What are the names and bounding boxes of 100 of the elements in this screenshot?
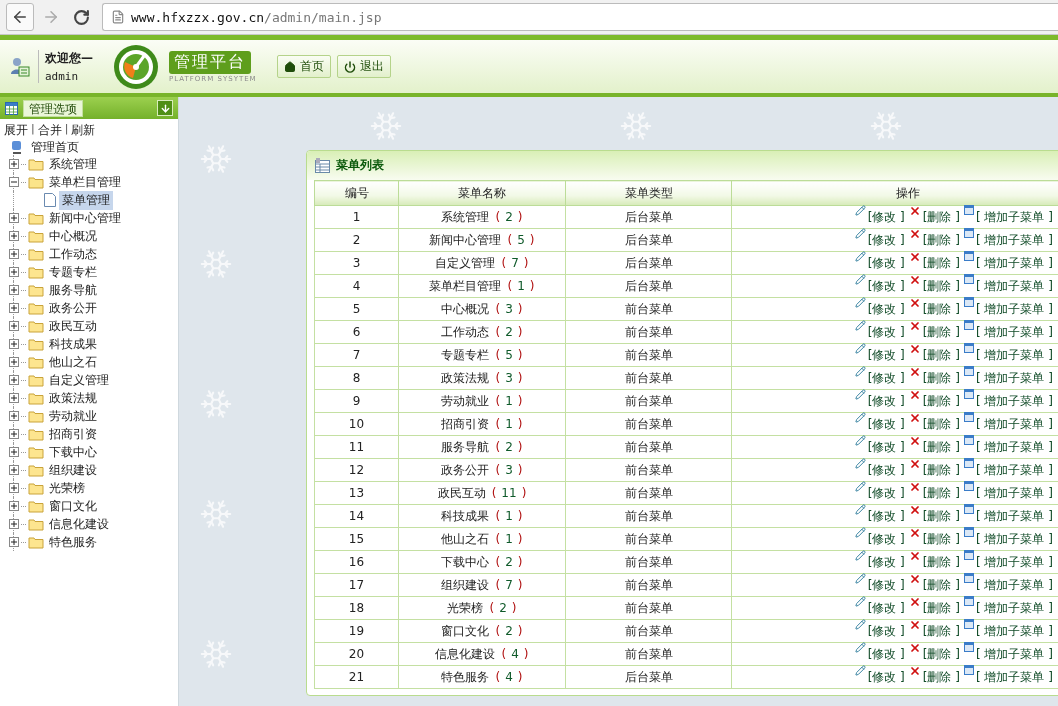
add-submenu-link[interactable]: [ 增加子菜单 ] xyxy=(976,416,1053,431)
edit-link[interactable]: [修改 ] xyxy=(867,462,905,477)
add-submenu-link[interactable]: [ 增加子菜单 ] xyxy=(976,439,1053,454)
home-button[interactable]: 首页 xyxy=(276,55,331,78)
edit-link[interactable]: [修改 ] xyxy=(867,646,905,661)
options-tab[interactable]: 管理选项 xyxy=(23,99,83,117)
tree-item[interactable]: 政务公开 xyxy=(46,298,100,318)
tree-item[interactable]: 光荣榜 xyxy=(46,478,88,498)
delete-link[interactable]: [删除 ] xyxy=(922,462,960,477)
add-submenu-link[interactable]: [ 增加子菜单 ] xyxy=(976,278,1053,293)
edit-link[interactable]: [修改 ] xyxy=(867,209,905,224)
tree-item[interactable]: 信息化建设 xyxy=(46,514,112,534)
tree-item[interactable]: 特色服务 xyxy=(46,532,100,552)
tree-item[interactable]: 系统管理 xyxy=(46,154,100,174)
table-cell: 前台菜单 xyxy=(565,550,732,574)
separator: | xyxy=(31,122,35,137)
edit-link[interactable]: [修改 ] xyxy=(867,324,905,339)
edit-link[interactable]: [修改 ] xyxy=(867,508,905,523)
edit-link[interactable]: [修改 ] xyxy=(867,531,905,546)
table-cell: 前台菜单 xyxy=(565,573,732,597)
delete-link[interactable]: [删除 ] xyxy=(922,485,960,500)
delete-link[interactable]: [删除 ] xyxy=(922,347,960,362)
delete-link[interactable]: [删除 ] xyxy=(922,370,960,385)
tree-item[interactable]: 菜单管理 xyxy=(59,190,113,210)
delete-link[interactable]: [删除 ] xyxy=(922,301,960,316)
tree-item[interactable]: 专题专栏 xyxy=(46,262,100,282)
add-submenu-link[interactable]: [ 增加子菜单 ] xyxy=(976,370,1053,385)
delete-link[interactable]: [删除 ] xyxy=(922,554,960,569)
table-cell: 20 xyxy=(314,642,399,666)
add-submenu-link[interactable]: [ 增加子菜单 ] xyxy=(976,531,1053,546)
add-submenu-link[interactable]: [ 增加子菜单 ] xyxy=(976,577,1053,592)
table-cell: 18 xyxy=(314,596,399,620)
edit-link[interactable]: [修改 ] xyxy=(867,370,905,385)
delete-link[interactable]: [删除 ] xyxy=(922,669,960,684)
tree-link[interactable]: 刷新 xyxy=(71,122,96,139)
add-submenu-link[interactable]: [ 增加子菜单 ] xyxy=(976,485,1053,500)
tree-item[interactable]: 自定义管理 xyxy=(46,370,112,390)
table-cell: 前台菜单 xyxy=(565,481,732,505)
tree-item[interactable]: 组织建设 xyxy=(46,460,100,480)
tree-item[interactable]: 服务导航 xyxy=(46,280,100,300)
add-submenu-link[interactable]: [ 增加子菜单 ] xyxy=(976,301,1053,316)
delete-link[interactable]: [删除 ] xyxy=(922,232,960,247)
edit-link[interactable]: [修改 ] xyxy=(867,669,905,684)
edit-link[interactable]: [修改 ] xyxy=(867,278,905,293)
tree-item[interactable]: 劳动就业 xyxy=(46,406,100,426)
edit-link[interactable]: [修改 ] xyxy=(867,232,905,247)
tree-item[interactable]: 工作动态 xyxy=(46,244,100,264)
delete-link[interactable]: [删除 ] xyxy=(922,278,960,293)
add-submenu-link[interactable]: [ 增加子菜单 ] xyxy=(976,324,1053,339)
edit-link[interactable]: [修改 ] xyxy=(867,393,905,408)
add-submenu-link[interactable]: [ 增加子菜单 ] xyxy=(976,393,1053,408)
logout-button[interactable]: 退出 xyxy=(336,55,391,78)
add-submenu-link[interactable]: [ 增加子菜单 ] xyxy=(976,347,1053,362)
delete-link[interactable]: [删除 ] xyxy=(922,531,960,546)
tree-item[interactable]: 他山之石 xyxy=(46,352,100,372)
edit-link[interactable]: [修改 ] xyxy=(867,255,905,270)
edit-link[interactable]: [修改 ] xyxy=(867,623,905,638)
add-submenu-link[interactable]: [ 增加子菜单 ] xyxy=(976,255,1053,270)
add-submenu-link[interactable]: [ 增加子菜单 ] xyxy=(976,623,1053,638)
tree-item[interactable]: 科技成果 xyxy=(46,334,100,354)
tree-item[interactable]: 政策法规 xyxy=(46,388,100,408)
edit-link[interactable]: [修改 ] xyxy=(867,347,905,362)
add-submenu-link[interactable]: [ 增加子菜单 ] xyxy=(976,232,1053,247)
edit-link[interactable]: [修改 ] xyxy=(867,577,905,592)
add-submenu-link[interactable]: [ 增加子菜单 ] xyxy=(976,462,1053,477)
delete-link[interactable]: [删除 ] xyxy=(922,577,960,592)
delete-link[interactable]: [删除 ] xyxy=(922,600,960,615)
add-submenu-link[interactable]: [ 增加子菜单 ] xyxy=(976,554,1053,569)
tree-link[interactable]: 合并 xyxy=(37,122,62,139)
add-submenu-link[interactable]: [ 增加子菜单 ] xyxy=(976,600,1053,615)
edit-link[interactable]: [修改 ] xyxy=(867,600,905,615)
edit-link[interactable]: [修改 ] xyxy=(867,554,905,569)
edit-link[interactable]: [修改 ] xyxy=(867,439,905,454)
table-cell: 3 xyxy=(314,251,399,275)
tree-link[interactable]: 展开 xyxy=(4,122,28,139)
edit-link[interactable]: [修改 ] xyxy=(867,301,905,316)
delete-link[interactable]: [删除 ] xyxy=(922,393,960,408)
delete-link[interactable]: [删除 ] xyxy=(922,209,960,224)
edit-link[interactable]: [修改 ] xyxy=(867,485,905,500)
tree-item[interactable]: 政民互动 xyxy=(46,316,100,336)
delete-link[interactable]: [删除 ] xyxy=(922,439,960,454)
tree-item[interactable]: 菜单栏目管理 xyxy=(46,172,124,192)
delete-link[interactable]: [删除 ] xyxy=(922,646,960,661)
add-submenu-link[interactable]: [ 增加子菜单 ] xyxy=(976,669,1053,684)
address-bar[interactable]: www.hfxzzx.gov.cn/admin/main.jsp xyxy=(102,3,1058,31)
add-submenu-link[interactable]: [ 增加子菜单 ] xyxy=(976,646,1053,661)
tree-item[interactable]: 招商引资 xyxy=(46,424,100,444)
delete-link[interactable]: [删除 ] xyxy=(922,623,960,638)
delete-link[interactable]: [删除 ] xyxy=(922,416,960,431)
tree-item[interactable]: 下载中心 xyxy=(46,442,100,462)
edit-link[interactable]: [修改 ] xyxy=(867,416,905,431)
add-submenu-link[interactable]: [ 增加子菜单 ] xyxy=(976,209,1053,224)
add-submenu-link[interactable]: [ 增加子菜单 ] xyxy=(976,508,1053,523)
delete-link[interactable]: [删除 ] xyxy=(922,324,960,339)
tree-root[interactable]: 管理首页 xyxy=(28,137,82,157)
tree-item[interactable]: 窗口文化 xyxy=(46,496,100,516)
tree-item[interactable]: 新闻中心管理 xyxy=(46,208,124,228)
tree-item[interactable]: 中心概况 xyxy=(46,226,100,246)
delete-link[interactable]: [删除 ] xyxy=(922,508,960,523)
delete-link[interactable]: [删除 ] xyxy=(922,255,960,270)
